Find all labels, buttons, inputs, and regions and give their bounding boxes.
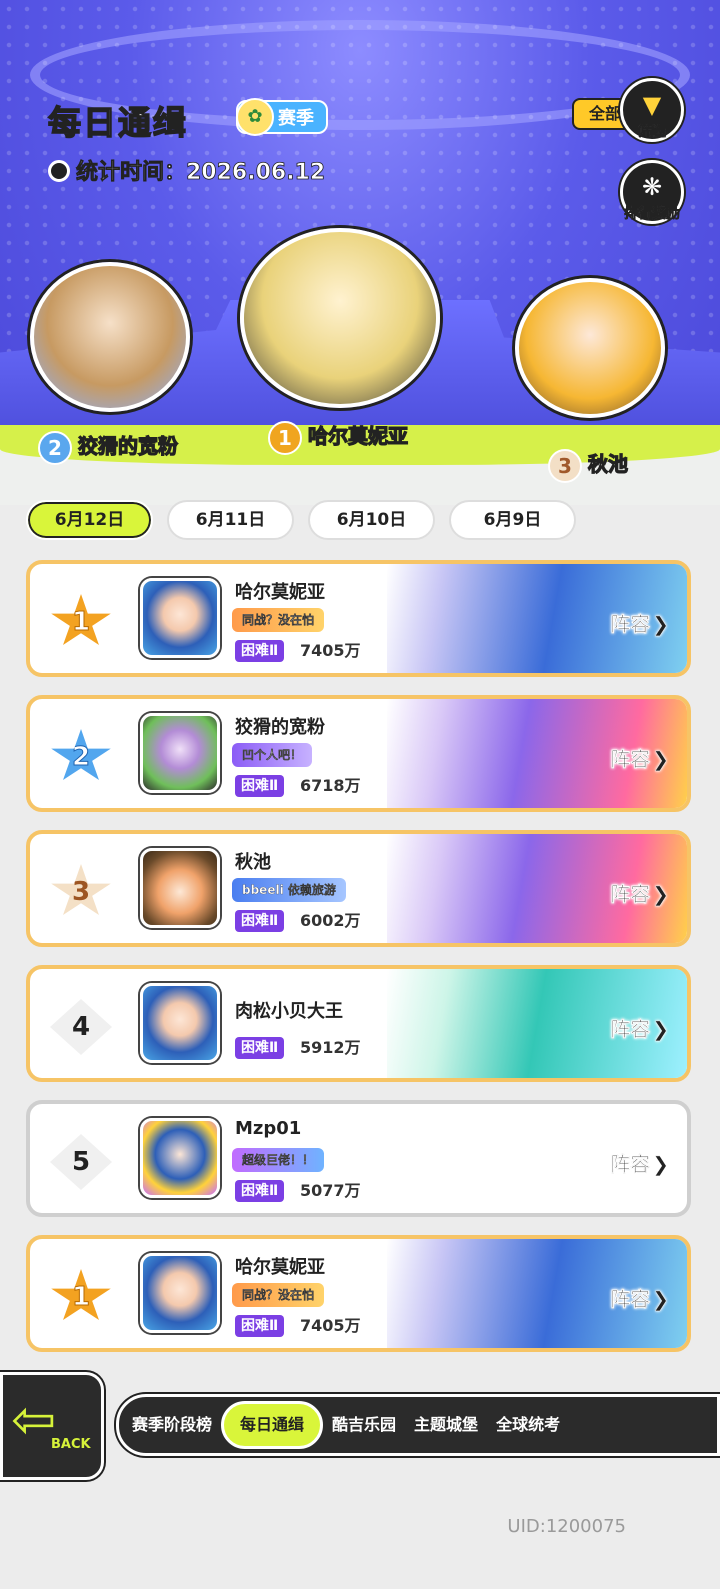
difficulty-badge: 困难Ⅱ [235, 1037, 285, 1059]
rank-medal-gold: 1 [268, 420, 302, 455]
chevron-right-icon: ❯ [652, 1017, 669, 1041]
player-name: Mzp01 [235, 1118, 302, 1139]
player-title-tag: 凹个人吧！ [232, 743, 313, 767]
difficulty-badge: 困难Ⅱ [235, 775, 285, 797]
podium-character-3[interactable] [515, 278, 665, 418]
nav-theme-castle[interactable]: 主题城堡 [405, 1401, 487, 1449]
date-tabs: 6月12日 6月11日 6月10日 6月9日 [26, 500, 576, 540]
player-name: 肉松小贝大王 [235, 1001, 343, 1022]
podium-name-2: 2 狡猾的宽粉 [38, 430, 179, 465]
avatar[interactable] [140, 848, 220, 928]
back-label: BACK [51, 1437, 91, 1452]
date-tab-1[interactable]: 6月11日 [167, 500, 294, 540]
rank-star-gold: 1 [51, 1269, 111, 1320]
player-name: 哈尔莫妮亚 [235, 1257, 325, 1278]
rank-row[interactable]: 1 哈尔莫妮亚 同战？没在怕 困难Ⅱ 7405万 阵容 ❯ [26, 1235, 691, 1352]
player-name: 秋池 [235, 852, 271, 873]
rank-diamond: 5 [50, 1134, 112, 1190]
rank-reward-label: 排行奖励 [624, 206, 681, 223]
nav-daily-wanted[interactable]: 每日通缉 [221, 1401, 324, 1449]
podium-name-1: 1 哈尔莫妮亚 [268, 420, 409, 455]
rank-row[interactable]: 4 肉松小贝大王 困难Ⅱ 5912万 阵容 ❯ [26, 965, 691, 1082]
avatar[interactable] [140, 983, 220, 1063]
chevron-right-icon: ❯ [652, 882, 669, 906]
player-title-tag: 超级巨佬！！ [232, 1148, 325, 1172]
rank-star-bronze: 3 [51, 864, 111, 915]
lineup-button[interactable]: 阵容 ❯ [610, 1148, 669, 1177]
difficulty-badge: 困难Ⅱ [235, 640, 285, 662]
season-badge-label: 赛季 [278, 108, 314, 129]
chevron-right-icon: ❯ [652, 747, 669, 771]
nav-kuji-park[interactable]: 酷吉乐园 [323, 1401, 405, 1449]
score: 7405万 [300, 641, 361, 660]
score: 7405万 [300, 1316, 361, 1335]
rank-list: 1 哈尔莫妮亚 同战？没在怕 困难Ⅱ 7405万 阵容 ❯ 2 狡猾的宽粉 凹个人… [26, 560, 691, 1370]
player-name: 狡猾的宽粉 [235, 717, 325, 738]
avatar[interactable] [140, 1253, 220, 1333]
nav-global-exam[interactable]: 全球统考 [487, 1401, 569, 1449]
uid-label: UID:1200075 [507, 1516, 626, 1537]
filter-button[interactable]: ▼ 筛选 [620, 78, 684, 142]
difficulty-badge: 困难Ⅱ [235, 1315, 285, 1337]
date-tab-3[interactable]: 6月9日 [449, 500, 576, 540]
date-tab-0[interactable]: 6月12日 [26, 500, 153, 540]
nav-season-stage[interactable]: 赛季阶段榜 [123, 1401, 221, 1449]
bottom-nav: 赛季阶段榜 每日通缉 酷吉乐园 主题城堡 全球统考 [116, 1394, 720, 1456]
chevron-right-icon: ❯ [652, 1152, 669, 1176]
date-tab-2[interactable]: 6月10日 [308, 500, 435, 540]
score: 5912万 [300, 1038, 361, 1057]
lineup-button[interactable]: 阵容 ❯ [610, 1283, 669, 1312]
funnel-icon: ▼ [642, 91, 662, 119]
clock-icon [48, 160, 70, 182]
stat-time-label: 统计时间：2026.06.12 [76, 160, 326, 186]
lineup-button[interactable]: 阵容 ❯ [610, 878, 669, 907]
palm-icon: ✿ [236, 98, 274, 136]
trophy-icon: ❋ [641, 173, 663, 201]
chevron-right-icon: ❯ [652, 612, 669, 636]
lineup-button[interactable]: 阵容 ❯ [610, 608, 669, 637]
rank-row[interactable]: 5 Mzp01 超级巨佬！！ 困难Ⅱ 5077万 阵容 ❯ [26, 1100, 691, 1217]
lineup-button[interactable]: 阵容 ❯ [610, 1013, 669, 1042]
player-title-tag: 同战？没在怕 [232, 608, 325, 632]
score: 6002万 [300, 911, 361, 930]
page-title: 每日通缉 [47, 102, 188, 143]
rank-row[interactable]: 3 秋池 bbeeli 依赖旅游 困难Ⅱ 6002万 阵容 ❯ [26, 830, 691, 947]
rank-star-silver: 2 [51, 729, 111, 780]
podium-character-2[interactable] [30, 262, 190, 412]
filter-label: 筛选 [638, 124, 667, 141]
score: 6718万 [300, 776, 361, 795]
rank-medal-bronze: 3 [548, 448, 582, 483]
rank-row[interactable]: 1 哈尔莫妮亚 同战？没在怕 困难Ⅱ 7405万 阵容 ❯ [26, 560, 691, 677]
rank-medal-silver: 2 [38, 430, 72, 465]
rank-reward-button[interactable]: ❋ 排行奖励 [620, 160, 684, 224]
avatar[interactable] [140, 713, 220, 793]
chevron-right-icon: ❯ [652, 1287, 669, 1311]
back-button[interactable]: ⇦ BACK [0, 1372, 104, 1480]
season-badge[interactable]: ✿ 赛季 [236, 98, 328, 136]
score: 5077万 [300, 1181, 361, 1200]
stat-time: 统计时间：2026.06.12 [48, 154, 326, 186]
rank-diamond: 4 [50, 999, 112, 1055]
rank-row[interactable]: 2 狡猾的宽粉 凹个人吧！ 困难Ⅱ 6718万 阵容 ❯ [26, 695, 691, 812]
difficulty-badge: 困难Ⅱ [235, 1180, 285, 1202]
back-arrow-icon: ⇦ [11, 1388, 57, 1451]
avatar[interactable] [140, 578, 220, 658]
player-title-tag: bbeeli 依赖旅游 [232, 878, 346, 902]
difficulty-badge: 困难Ⅱ [235, 910, 285, 932]
player-name: 哈尔莫妮亚 [235, 582, 325, 603]
lineup-button[interactable]: 阵容 ❯ [610, 743, 669, 772]
player-title-tag: 同战？没在怕 [232, 1283, 325, 1307]
podium-character-1[interactable] [240, 228, 440, 408]
rank-star-gold: 1 [51, 594, 111, 645]
podium-name-3: 3 秋池 [548, 448, 629, 483]
avatar[interactable] [140, 1118, 220, 1198]
